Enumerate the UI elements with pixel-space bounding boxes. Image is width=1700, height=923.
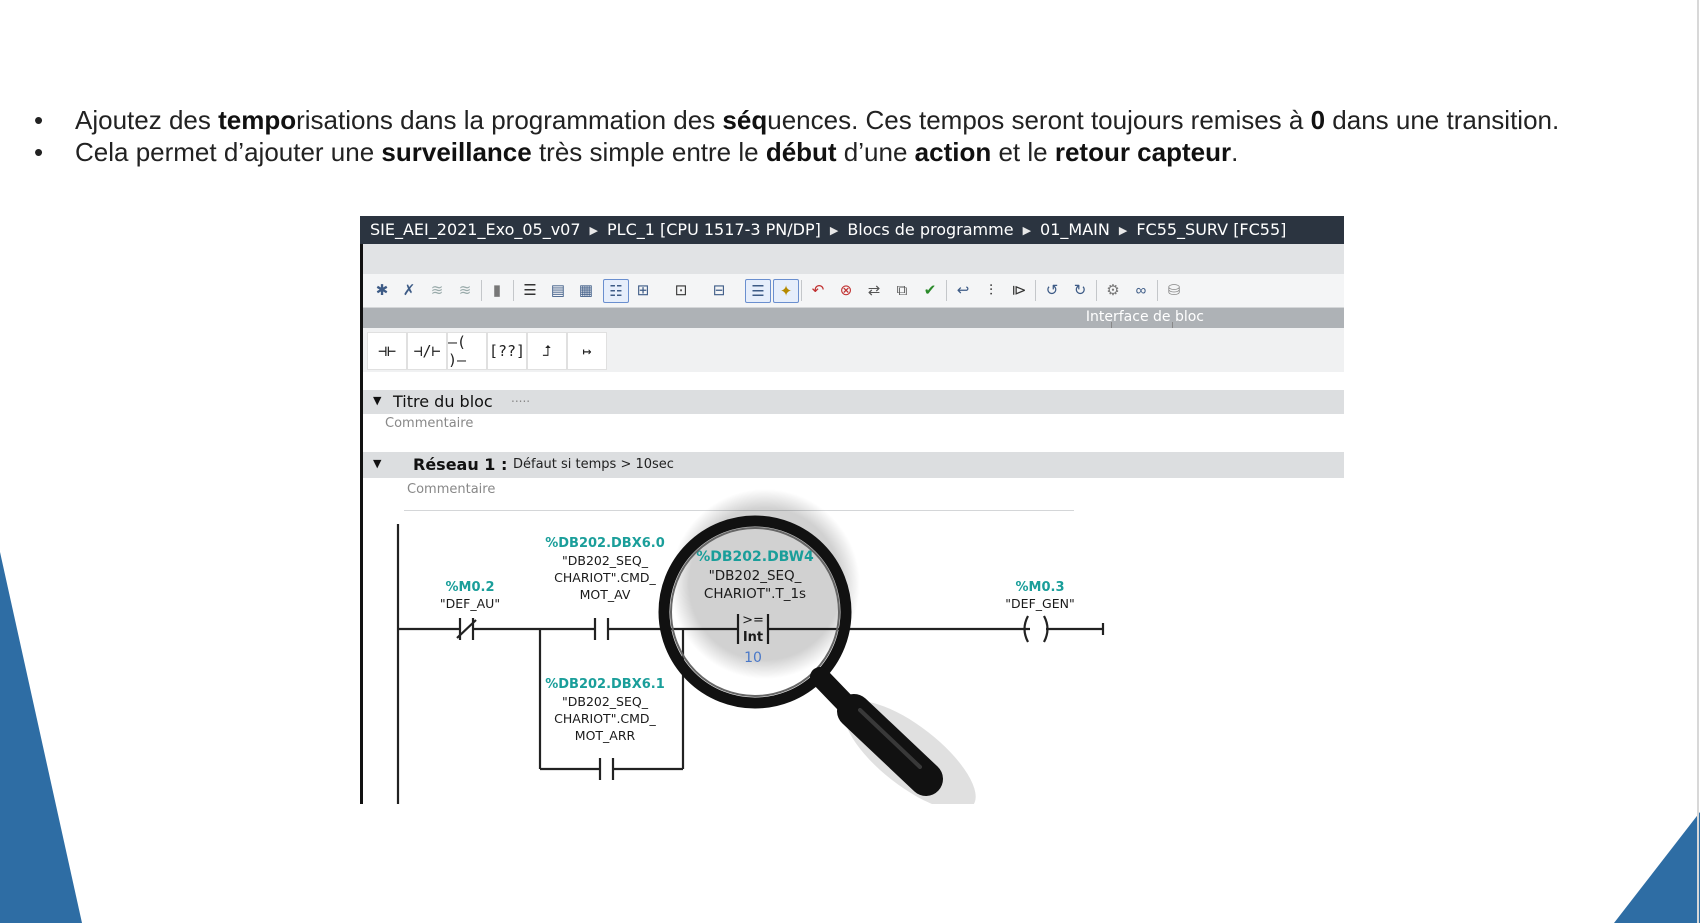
contact-label: MOT_AV bbox=[580, 587, 631, 602]
compare-operator: >= bbox=[742, 613, 764, 628]
bullet-list: • Ajoutez des temporisations dans la prog… bbox=[32, 104, 1672, 168]
contact-label: CHARIOT".CMD_ bbox=[554, 570, 656, 585]
bullet-item: • Cela permet d’ajouter une surveillance … bbox=[32, 136, 1672, 168]
compare-label: "DB202_SEQ_ bbox=[709, 568, 802, 584]
bullet-bold-text: séq bbox=[722, 105, 768, 135]
bullet-text: . bbox=[1231, 137, 1239, 167]
left-accent-triangle bbox=[0, 552, 82, 923]
coil-label: "DEF_GEN" bbox=[1005, 596, 1074, 611]
bullet-text: risations dans la programmation des bbox=[296, 105, 723, 135]
bullet-bold-text: surveillance bbox=[381, 137, 532, 167]
contact-label: MOT_ARR bbox=[575, 728, 636, 743]
compare-label: CHARIOT".T_1s bbox=[704, 586, 806, 602]
contact-address[interactable]: %DB202.DBX6.1 bbox=[545, 677, 665, 692]
bullet-marker: • bbox=[34, 137, 44, 167]
bullet-item: • Ajoutez des temporisations dans la prog… bbox=[32, 104, 1672, 136]
contact-label: "DB202_SEQ_ bbox=[562, 694, 649, 709]
bullet-text: dans une transition. bbox=[1325, 105, 1560, 135]
contact-address[interactable]: %M0.2 bbox=[446, 580, 495, 595]
right-accent-triangle bbox=[1614, 812, 1700, 923]
bullet-bold-text: retour capteur bbox=[1054, 137, 1232, 167]
bullet-text: et le bbox=[991, 137, 1055, 167]
bullet-text: très simple entre le bbox=[531, 137, 766, 167]
tia-portal-screenshot: SIE_AEI_2021_Exo_05_v07 ▶ PLC_1 [CPU 1517-… bbox=[360, 216, 1344, 804]
bullet-bold-text: action bbox=[914, 137, 992, 167]
contact-label: "DB202_SEQ_ bbox=[562, 553, 649, 568]
compare-address[interactable]: %DB202.DBW4 bbox=[696, 549, 814, 565]
compare-value[interactable]: 10 bbox=[744, 650, 762, 666]
bullet-bold-text: tempo bbox=[218, 105, 297, 135]
bullet-text: Ajoutez des bbox=[75, 105, 219, 135]
compare-type: Int bbox=[743, 630, 763, 645]
contact-address[interactable]: %DB202.DBX6.0 bbox=[545, 536, 665, 551]
coil-address[interactable]: %M0.3 bbox=[1016, 580, 1065, 595]
bullet-marker: • bbox=[34, 105, 44, 135]
bullet-bold-text: début bbox=[765, 137, 837, 167]
contact-label: "DEF_AU" bbox=[440, 596, 500, 611]
bullet-text: d’une bbox=[836, 137, 915, 167]
bullet-bold-text: 0 bbox=[1310, 105, 1326, 135]
bullet-text: Cela permet d’ajouter une bbox=[75, 137, 382, 167]
ladder-diagram: %M0.2 "DEF_AU" %DB202.DBX6.0 "DB202_SEQ_… bbox=[396, 489, 1105, 804]
bullet-text: uences. Ces tempos seront toujours remis… bbox=[767, 105, 1311, 135]
contact-label: CHARIOT".CMD_ bbox=[554, 711, 656, 726]
